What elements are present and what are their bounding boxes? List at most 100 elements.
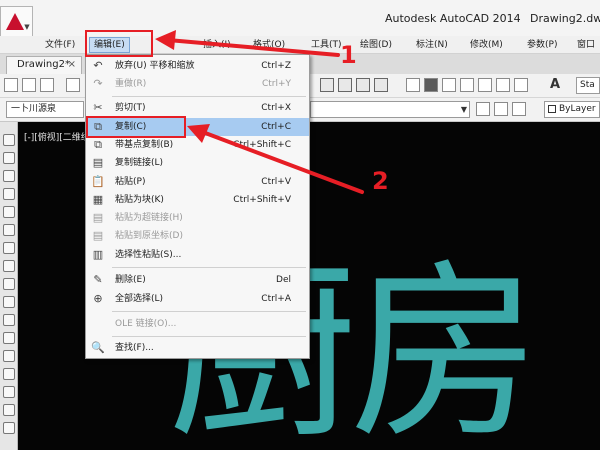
menu-tools[interactable]: 工具(T) (311, 38, 342, 52)
menu-item-label: 放弃(U) 平移和缩放 (115, 61, 195, 71)
menu-item-redo[interactable]: ↷ 重做(R) Ctrl+Y (87, 75, 309, 93)
lineweight-combo[interactable]: ByLayer (544, 101, 600, 118)
autocad-app-button[interactable]: ▼ (0, 6, 33, 38)
menu-item-label: 带基点复制(B) (115, 140, 174, 150)
menu-item-label: 全部选择(L) (115, 294, 164, 304)
menu-item-shortcut: Ctrl+A (261, 294, 291, 304)
draw-tool-palette (0, 122, 18, 450)
quickcalc-icon[interactable] (496, 78, 510, 92)
zoom-window-icon[interactable] (356, 78, 370, 92)
menu-item-label: 粘贴到原坐标(D) (115, 231, 183, 241)
menu-window[interactable]: 窗口 (577, 38, 595, 52)
menu-item-ole-links[interactable]: OLE 链接(O)... (87, 315, 309, 333)
construction-line-icon[interactable] (3, 152, 15, 164)
point-icon[interactable] (3, 368, 15, 380)
menu-parametric[interactable]: 参数(P) (527, 38, 557, 52)
layer-state-combo[interactable]: ▼ (310, 101, 470, 118)
annotation-step-1: 1 (340, 41, 357, 69)
menu-item-paste-hyperlink[interactable]: ▤ 粘贴为超链接(H) (87, 209, 309, 227)
pan-icon[interactable] (320, 78, 334, 92)
menu-draw[interactable]: 绘图(D) (360, 38, 392, 52)
ellipse-arc-icon[interactable] (3, 314, 15, 326)
copy-with-base-icon: ⧉ (94, 138, 102, 151)
rectangle-icon[interactable] (3, 206, 15, 218)
menu-item-paste[interactable]: 📋 粘贴(P) Ctrl+V (87, 173, 309, 191)
zoom-realtime-icon[interactable] (338, 78, 352, 92)
ellipse-icon[interactable] (3, 296, 15, 308)
revision-cloud-icon[interactable] (3, 260, 15, 272)
menu-item-paste-special[interactable]: ▥ 选择性粘贴(S)... (87, 246, 309, 264)
make-block-icon[interactable] (3, 350, 15, 362)
layer-properties-icon[interactable] (476, 102, 490, 116)
annotation-highlight-copy (86, 116, 186, 138)
design-center-icon[interactable] (424, 78, 438, 92)
menu-item-shortcut: Del (276, 275, 291, 285)
menu-item-erase[interactable]: ✎ 删除(E) Del (87, 271, 309, 289)
menu-item-cut[interactable]: ✂ 剪切(T) Ctrl+X (87, 99, 309, 117)
menu-item-copy-link[interactable]: ▤ 复制链接(L) (87, 154, 309, 172)
menu-separator (112, 267, 306, 268)
close-icon[interactable]: × (68, 57, 76, 73)
spline-icon[interactable] (3, 278, 15, 290)
menu-format[interactable]: 格式(O) (253, 38, 285, 52)
text-style-icon[interactable]: A (550, 77, 566, 93)
scissors-icon: ✂ (93, 101, 103, 114)
menu-modify[interactable]: 修改(M) (470, 38, 503, 52)
menu-file[interactable]: 文件(F) (45, 38, 75, 52)
menu-item-shortcut: Ctrl+V (261, 177, 291, 187)
line-tool-icon[interactable] (3, 134, 15, 146)
menu-item-label: 选择性粘贴(S)... (115, 250, 182, 260)
insert-block-icon[interactable] (3, 332, 15, 344)
sheet-set-icon[interactable] (460, 78, 474, 92)
menu-item-label: 粘贴为块(K) (115, 195, 164, 205)
tool-palettes-icon[interactable] (442, 78, 456, 92)
annotation-step-2: 2 (372, 167, 389, 195)
hatch-icon[interactable] (3, 386, 15, 398)
print-icon[interactable] (66, 78, 80, 92)
text-style-combo[interactable]: Sta (576, 77, 600, 94)
menu-item-label: 粘贴(P) (115, 177, 146, 187)
make-current-icon[interactable] (494, 102, 508, 116)
polyline-icon[interactable] (3, 170, 15, 182)
circle-icon[interactable] (3, 242, 15, 254)
menu-item-label: 删除(E) (115, 275, 146, 285)
menu-item-label: 剪切(T) (115, 103, 146, 113)
open-icon[interactable] (22, 78, 36, 92)
menu-dimension[interactable]: 标注(N) (416, 38, 448, 52)
color-swatch-icon (548, 105, 556, 113)
save-icon[interactable] (40, 78, 54, 92)
menu-separator (112, 311, 306, 312)
region-icon[interactable] (3, 422, 15, 434)
find-icon: 🔍 (91, 341, 105, 354)
ole-link-icon (91, 317, 105, 331)
arc-icon[interactable] (3, 224, 15, 236)
layer-combo[interactable]: 一卜川源泉 (6, 101, 84, 118)
document-name: Drawing2.dwg (530, 12, 600, 25)
gradient-icon[interactable] (3, 404, 15, 416)
select-all-icon: ⊕ (93, 292, 103, 305)
edit-dropdown-menu: ↶ 放弃(U) 平移和缩放 Ctrl+Z ↷ 重做(R) Ctrl+Y ✂ 剪切… (85, 54, 310, 359)
paste-orig-coords-icon: ▤ (92, 229, 104, 242)
help-icon[interactable] (514, 78, 528, 92)
menu-item-find[interactable]: 🔍 查找(F)... (87, 339, 309, 357)
polygon-icon[interactable] (3, 188, 15, 200)
properties-icon[interactable] (406, 78, 420, 92)
paste-as-block-icon: ▦ (92, 193, 104, 206)
menu-item-paste-orig-coords[interactable]: ▤ 粘贴到原坐标(D) (87, 227, 309, 245)
tab-drawing2[interactable]: Drawing2* × (6, 56, 82, 74)
markup-icon[interactable] (478, 78, 492, 92)
paste-icon: 📋 (91, 175, 105, 188)
menu-item-paste-as-block[interactable]: ▦ 粘贴为块(K) Ctrl+Shift+V (87, 191, 309, 209)
menu-separator (112, 96, 306, 97)
layer-previous-icon[interactable] (512, 102, 526, 116)
menu-item-undo[interactable]: ↶ 放弃(U) 平移和缩放 Ctrl+Z (87, 57, 309, 75)
paste-special-icon: ▥ (92, 248, 104, 261)
copy-link-icon: ▤ (92, 156, 104, 169)
new-icon[interactable] (4, 78, 18, 92)
menu-insert[interactable]: 插入(I) (203, 38, 231, 52)
menu-item-copy-with-base[interactable]: ⧉ 带基点复制(B) Ctrl+Shift+C (87, 136, 309, 154)
menu-item-select-all[interactable]: ⊕ 全部选择(L) Ctrl+A (87, 290, 309, 308)
zoom-previous-icon[interactable] (374, 78, 388, 92)
menu-separator (112, 336, 306, 337)
menu-item-shortcut: Ctrl+X (261, 103, 291, 113)
